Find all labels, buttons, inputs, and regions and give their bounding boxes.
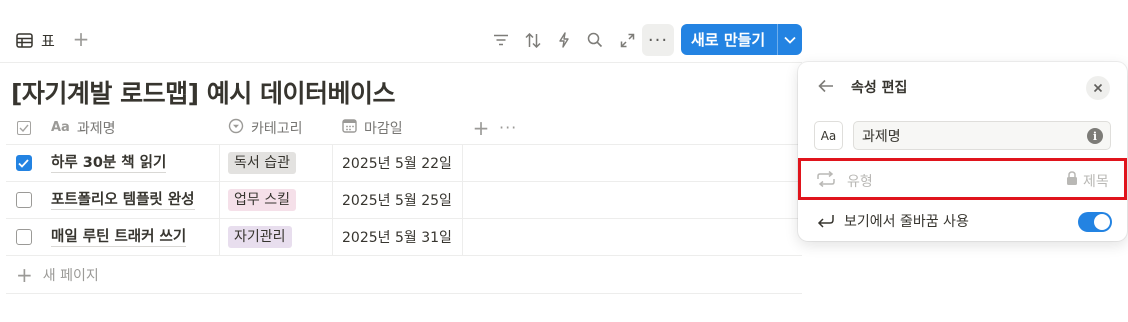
checkbox-checked-icon: [15, 155, 32, 171]
row-checkbox[interactable]: [6, 219, 41, 255]
chevron-down-icon[interactable]: [778, 36, 802, 44]
back-arrow-icon[interactable]: [818, 78, 834, 97]
new-page-button[interactable]: + 새 페이지: [6, 256, 802, 294]
category-cell[interactable]: 업무 스킬: [220, 182, 333, 218]
due-date-cell[interactable]: 2025년 5월 31일: [333, 219, 463, 255]
column-label: 과제명: [76, 120, 116, 137]
property-name-input[interactable]: 과제명 i: [853, 121, 1111, 150]
sort-icon[interactable]: [521, 28, 545, 52]
row-checkbox[interactable]: [6, 182, 41, 218]
database-table: Aa 과제명 카테고리 마감일 + ··· 하루 30분 책 읽기 독서 습관 …: [6, 111, 802, 294]
checkbox-icon: [15, 192, 32, 208]
due-date: 2025년 5월 22일: [342, 156, 452, 172]
row-checkbox[interactable]: [6, 145, 41, 181]
toolbar-divider: [0, 62, 802, 63]
category-tag: 업무 스킬: [228, 189, 296, 211]
filter-icon[interactable]: [489, 28, 513, 52]
empty-cell: [463, 219, 802, 255]
select-type-icon: [228, 118, 244, 138]
panel-title: 속성 편집: [851, 80, 908, 96]
category-cell[interactable]: 자기관리: [220, 219, 333, 255]
task-name-cell[interactable]: 포트폴리오 템플릿 완성: [41, 182, 220, 218]
wrap-label: 보기에서 줄바꿈 사용: [844, 214, 969, 230]
tab-table-view[interactable]: 표: [16, 28, 55, 52]
due-date-cell[interactable]: 2025년 5월 25일: [333, 182, 463, 218]
expand-icon[interactable]: [615, 28, 639, 52]
toggle-knob: [1094, 214, 1110, 230]
wrap-text-icon: [817, 213, 835, 233]
category-tag: 독서 습관: [228, 152, 296, 174]
column-more-button[interactable]: ···: [499, 111, 535, 144]
new-button-label: 새로 만들기: [691, 31, 766, 49]
task-name[interactable]: 포트폴리오 템플릿 완성: [51, 191, 195, 210]
empty-cell: [463, 145, 802, 181]
empty-cell: [463, 182, 802, 218]
locked-type-value: 제목: [1083, 174, 1109, 190]
close-icon[interactable]: [1086, 76, 1110, 100]
header-checkbox[interactable]: [6, 111, 41, 144]
view-tab-label: 표: [41, 31, 55, 50]
column-label: 마감일: [364, 120, 403, 137]
calendar-icon: [342, 118, 357, 137]
property-type-row: 유형 제목: [798, 158, 1127, 200]
info-icon[interactable]: i: [1087, 128, 1103, 144]
table-row[interactable]: 매일 루틴 트래커 쓰기 자기관리 2025년 5월 31일: [6, 219, 802, 256]
property-icon-button[interactable]: Aa: [814, 121, 843, 150]
task-name-cell[interactable]: 매일 루틴 트래커 쓰기: [41, 219, 220, 255]
table-header: Aa 과제명 카테고리 마감일 + ···: [6, 111, 802, 145]
due-date: 2025년 5월 31일: [342, 230, 452, 246]
due-date-cell[interactable]: 2025년 5월 22일: [333, 145, 463, 181]
due-date: 2025년 5월 25일: [342, 193, 452, 209]
plus-icon: +: [16, 262, 33, 287]
add-property-button[interactable]: +: [463, 111, 499, 144]
text-type-icon: Aa: [51, 120, 70, 135]
column-label: 카테고리: [251, 120, 303, 137]
checkbox-icon: [16, 120, 31, 135]
column-header-due-date[interactable]: 마감일: [333, 111, 463, 144]
repeat-arrows-icon: [816, 170, 836, 191]
category-tag: 자기관리: [228, 226, 292, 248]
table-icon: [16, 32, 33, 48]
column-header-category[interactable]: 카테고리: [220, 111, 333, 144]
database-title[interactable]: [자기계발 로드맵] 예시 데이터베이스: [11, 74, 395, 110]
wrap-toggle[interactable]: [1078, 212, 1112, 232]
task-name[interactable]: 매일 루틴 트래커 쓰기: [51, 228, 187, 247]
table-row[interactable]: 하루 30분 책 읽기 독서 습관 2025년 5월 22일: [6, 145, 802, 182]
more-options-button[interactable]: ···: [642, 24, 674, 56]
task-name-cell[interactable]: 하루 30분 책 읽기: [41, 145, 220, 181]
automation-icon[interactable]: [552, 28, 576, 52]
new-page-label: 새 페이지: [42, 267, 99, 284]
checkbox-icon: [15, 229, 32, 245]
property-name-value: 과제명: [862, 128, 901, 145]
search-icon[interactable]: [583, 28, 607, 52]
table-row[interactable]: 포트폴리오 템플릿 완성 업무 스킬 2025년 5월 25일: [6, 182, 802, 219]
type-label: 유형: [847, 174, 873, 190]
add-view-button[interactable]: +: [72, 29, 90, 49]
column-header-name[interactable]: Aa 과제명: [41, 111, 220, 144]
new-button[interactable]: 새로 만들기: [681, 24, 802, 55]
wrap-in-view-row[interactable]: 보기에서 줄바꿈 사용: [798, 206, 1127, 236]
task-name[interactable]: 하루 30분 책 읽기: [51, 154, 167, 173]
category-cell[interactable]: 독서 습관: [220, 145, 333, 181]
property-edit-panel: 속성 편집 Aa 과제명 i 유형 제목 보기에서 줄바꿈 사용: [798, 62, 1127, 241]
lock-icon: [1066, 171, 1078, 190]
